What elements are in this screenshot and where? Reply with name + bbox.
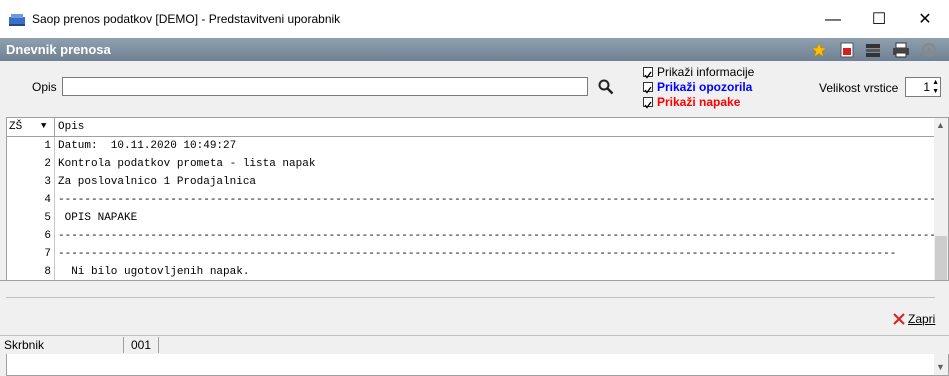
table-row[interactable]: 6 ---------------------------------------… bbox=[7, 227, 936, 245]
checkbox-show-info[interactable] bbox=[643, 67, 653, 79]
opis-search-input[interactable] bbox=[62, 77, 588, 96]
row-number: 4 bbox=[44, 194, 51, 206]
close-x-icon bbox=[893, 313, 905, 325]
pdf-export-icon[interactable] bbox=[838, 42, 856, 58]
button-bar: Zapri bbox=[0, 280, 949, 336]
close-window-button[interactable]: ✕ bbox=[902, 6, 948, 34]
row-text: ----------------------------------------… bbox=[58, 230, 936, 242]
row-number: 1 bbox=[44, 140, 51, 152]
print-icon[interactable] bbox=[892, 42, 910, 58]
maximize-button[interactable]: ☐ bbox=[856, 6, 902, 34]
row-number: 3 bbox=[44, 176, 51, 188]
opis-label: Opis bbox=[32, 80, 57, 94]
row-number: 8 bbox=[44, 266, 51, 278]
table-row[interactable]: 4 ---------------------------------------… bbox=[7, 191, 936, 209]
row-text: ----------------------------------------… bbox=[58, 248, 897, 260]
close-button-label: Zapri bbox=[908, 312, 936, 326]
checkbox-show-info-label: Prikaži informacije bbox=[657, 65, 755, 79]
table-row[interactable]: 7 ---------------------------------------… bbox=[7, 245, 936, 263]
horizontal-scrollbar[interactable] bbox=[6, 281, 935, 298]
minimize-button[interactable]: — bbox=[810, 6, 856, 34]
table-row[interactable]: 8 Ni bilo ugotovljenih napak. bbox=[7, 263, 936, 281]
row-size-label: Velikost vrstice bbox=[819, 81, 899, 95]
row-number: 5 bbox=[44, 212, 51, 224]
app-icon bbox=[9, 14, 25, 26]
row-size-value: 1 bbox=[923, 80, 930, 94]
scroll-down-icon[interactable]: ▼ bbox=[936, 362, 945, 372]
checkbox-show-errors-label: Prikaži napake bbox=[657, 95, 741, 109]
stack-icon[interactable] bbox=[864, 42, 882, 58]
scroll-up-icon[interactable]: ▲ bbox=[936, 120, 945, 130]
column-header-opis[interactable]: Opis bbox=[58, 121, 84, 133]
row-text: OPIS NAPAKE bbox=[58, 212, 138, 224]
settings-icon[interactable] bbox=[920, 42, 938, 58]
star-icon[interactable] bbox=[810, 42, 828, 58]
checkbox-show-warnings-label: Prikaži opozorila bbox=[657, 80, 753, 94]
table-row[interactable]: 5 OPIS NAPAKE bbox=[7, 209, 936, 227]
filter-panel: Opis Prikaži informacije Prikaži opozori… bbox=[0, 61, 949, 115]
row-size-stepper[interactable]: 1 ▲ ▼ bbox=[905, 77, 941, 97]
table-row[interactable]: 3 Za poslovalnico 1 Prodajalnica bbox=[7, 173, 936, 191]
table-body: 1 Datum: 10.11.2020 10:49:27 2 Kontrola po… bbox=[7, 137, 936, 281]
checkbox-show-warnings[interactable] bbox=[643, 82, 653, 94]
status-user: Skrbnik bbox=[4, 338, 45, 352]
status-bar: Skrbnik 001 bbox=[0, 335, 949, 354]
row-text: ----------------------------------------… bbox=[58, 194, 936, 206]
window-title: Saop prenos podatkov [DEMO] - Predstavit… bbox=[32, 12, 341, 26]
row-text: Za poslovalnico 1 Prodajalnica bbox=[58, 176, 257, 188]
row-number: 7 bbox=[44, 248, 51, 260]
table-row[interactable]: 1 Datum: 10.11.2020 10:49:27 bbox=[7, 137, 936, 155]
column-header-zs[interactable]: ZŠ bbox=[9, 121, 22, 133]
status-code: 001 bbox=[131, 338, 152, 352]
row-number: 2 bbox=[44, 158, 51, 170]
sort-down-icon[interactable]: ▼ bbox=[41, 121, 46, 131]
table-header: ZŠ ▼ Opis bbox=[7, 118, 936, 137]
title-bar: Saop prenos podatkov [DEMO] - Predstavit… bbox=[0, 0, 949, 38]
section-header: Dnevnik prenosa bbox=[0, 38, 949, 61]
row-text: Kontrola podatkov prometa - lista napak bbox=[58, 158, 316, 170]
table-row[interactable]: 2 Kontrola podatkov prometa - lista napak bbox=[7, 155, 936, 173]
row-text: Datum: 10.11.2020 10:49:27 bbox=[58, 140, 237, 152]
checkbox-show-errors[interactable] bbox=[643, 97, 653, 109]
row-number: 6 bbox=[44, 230, 51, 242]
row-text: Ni bilo ugotovljenih napak. bbox=[58, 266, 250, 278]
section-title: Dnevnik prenosa bbox=[6, 42, 111, 57]
stepper-arrows-icon[interactable]: ▲ ▼ bbox=[932, 78, 939, 96]
search-icon[interactable] bbox=[598, 79, 614, 95]
